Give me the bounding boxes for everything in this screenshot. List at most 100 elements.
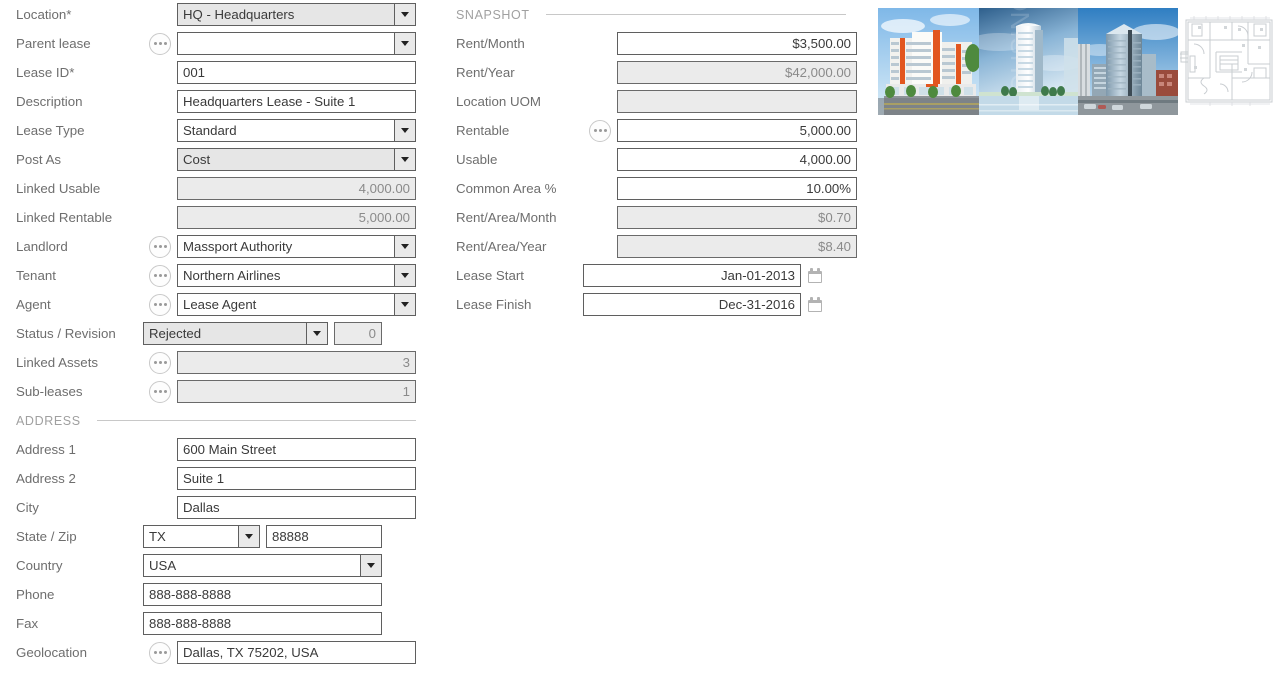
address-1-input[interactable]: 600 Main Street bbox=[177, 438, 416, 461]
address-fields: Address 1 600 Main Street Address 2 Suite 1… bbox=[0, 435, 440, 522]
field-row-rent-area-month: Rent/Area/Month $0.70 bbox=[440, 203, 870, 232]
chevron-down-icon[interactable] bbox=[238, 525, 260, 548]
lease-type-value[interactable]: Standard bbox=[177, 119, 394, 142]
field-row-lease-id: Lease ID*001 bbox=[0, 58, 440, 87]
post-as-dropdown[interactable]: Cost bbox=[177, 148, 416, 171]
parent-lease-dropdown[interactable] bbox=[177, 32, 416, 55]
field-label-description: Description bbox=[0, 95, 143, 108]
phone-input[interactable]: 888-888-8888 bbox=[143, 583, 382, 606]
landlord-dropdown[interactable]: Massport Authority bbox=[177, 235, 416, 258]
lease-type-dropdown[interactable]: Standard bbox=[177, 119, 416, 142]
tenant-dropdown[interactable]: Northern Airlines bbox=[177, 264, 416, 287]
ellipsis-icon[interactable] bbox=[149, 265, 171, 287]
description-input[interactable]: Headquarters Lease - Suite 1 bbox=[177, 90, 416, 113]
picker-slot bbox=[143, 265, 177, 287]
zip-input[interactable]: 88888 bbox=[266, 525, 382, 548]
glass-office-tower-photo[interactable] bbox=[1078, 8, 1178, 115]
agent-dropdown[interactable]: Lease Agent bbox=[177, 293, 416, 316]
post-as-value: Cost bbox=[177, 148, 394, 171]
field-row-phone: Phone 888-888-8888 bbox=[0, 580, 440, 609]
state-value[interactable]: TX bbox=[143, 525, 238, 548]
chevron-down-icon[interactable] bbox=[394, 148, 416, 171]
agent-value[interactable]: Lease Agent bbox=[177, 293, 394, 316]
status-value[interactable]: Rejected bbox=[143, 322, 306, 345]
field-row-rent-month: Rent/Month $3,500.00 bbox=[440, 29, 870, 58]
address-2-input[interactable]: Suite 1 bbox=[177, 467, 416, 490]
status-dropdown[interactable]: Rejected bbox=[143, 322, 328, 345]
geolocation-input[interactable]: Dallas, TX 75202, USA bbox=[177, 641, 416, 664]
calendar-icon[interactable] bbox=[808, 297, 822, 312]
chevron-down-icon[interactable] bbox=[360, 554, 382, 577]
state-dropdown[interactable]: TX bbox=[143, 525, 260, 548]
chevron-down-icon[interactable] bbox=[394, 119, 416, 142]
waterfront-tower-photo[interactable]: HOUSING bbox=[979, 8, 1078, 115]
ellipsis-icon[interactable] bbox=[149, 236, 171, 258]
chevron-down-icon[interactable] bbox=[394, 3, 416, 26]
field-row-linked-rentable: Linked Rentable5,000.00 bbox=[0, 203, 440, 232]
ellipsis-icon[interactable] bbox=[149, 642, 171, 664]
ellipsis-icon[interactable] bbox=[589, 120, 611, 142]
field-label-tenant: Tenant bbox=[0, 269, 143, 282]
field-label-rent-month: Rent/Month bbox=[440, 37, 583, 50]
ellipsis-icon[interactable] bbox=[149, 352, 171, 374]
residential-midrise-photo[interactable] bbox=[878, 8, 979, 115]
chevron-down-icon[interactable] bbox=[394, 264, 416, 287]
section-divider bbox=[97, 420, 416, 421]
common-area-input[interactable]: 10.00% bbox=[617, 177, 857, 200]
location-uom-value bbox=[617, 90, 857, 113]
linked-usable-value: 4,000.00 bbox=[177, 177, 416, 200]
field-label-common-area: Common Area % bbox=[440, 182, 583, 195]
lease-general-column: Location*HQ - HeadquartersParent leaseLe… bbox=[0, 0, 440, 667]
ellipsis-icon[interactable] bbox=[149, 381, 171, 403]
calendar-icon[interactable] bbox=[808, 268, 822, 283]
field-label-address-2: Address 2 bbox=[0, 472, 143, 485]
picker-slot bbox=[143, 236, 177, 258]
field-label-address-1: Address 1 bbox=[0, 443, 143, 456]
section-title-snapshot: SNAPSHOT bbox=[456, 8, 530, 22]
tenant-value[interactable]: Northern Airlines bbox=[177, 264, 394, 287]
country-dropdown[interactable]: USA bbox=[143, 554, 382, 577]
location-dropdown[interactable]: HQ - Headquarters bbox=[177, 3, 416, 26]
lease-finish-input[interactable]: Dec-31-2016 bbox=[583, 293, 801, 316]
rent-area-month-value: $0.70 bbox=[617, 206, 857, 229]
rentable-input[interactable]: 5,000.00 bbox=[617, 119, 857, 142]
lease-id-input[interactable]: 001 bbox=[177, 61, 416, 84]
chevron-down-icon[interactable] bbox=[394, 235, 416, 258]
chevron-down-icon[interactable] bbox=[306, 322, 328, 345]
field-label-linked-assets: Linked Assets bbox=[0, 356, 143, 369]
field-label-rent-year: Rent/Year bbox=[440, 66, 583, 79]
ellipsis-icon[interactable] bbox=[149, 33, 171, 55]
landlord-value[interactable]: Massport Authority bbox=[177, 235, 394, 258]
ellipsis-icon[interactable] bbox=[149, 294, 171, 316]
snapshot-fields: Rent/Month$3,500.00Rent/Year$42,000.00Lo… bbox=[440, 29, 870, 261]
fax-input[interactable]: 888-888-8888 bbox=[143, 612, 382, 635]
field-row-address-1: Address 1 600 Main Street bbox=[0, 435, 440, 464]
rent-month-input[interactable]: $3,500.00 bbox=[617, 32, 857, 55]
field-row-rent-area-year: Rent/Area/Year$8.40 bbox=[440, 232, 870, 261]
field-row-post-as: Post AsCost bbox=[0, 145, 440, 174]
field-row-lease-finish: Lease Finish Dec-31-2016 bbox=[440, 290, 870, 319]
lease-start-input[interactable]: Jan-01-2013 bbox=[583, 264, 801, 287]
field-row-address-2: Address 2 Suite 1 bbox=[0, 464, 440, 493]
field-row-linked-usable: Linked Usable4,000.00 bbox=[0, 174, 440, 203]
sub-leases-value: 1 bbox=[177, 380, 416, 403]
city-input[interactable]: Dallas bbox=[177, 496, 416, 519]
field-row-location: Location* HQ - Headquarters bbox=[0, 0, 440, 29]
usable-input[interactable]: 4,000.00 bbox=[617, 148, 857, 171]
field-row-tenant: Tenant Northern Airlines bbox=[0, 261, 440, 290]
chevron-down-icon[interactable] bbox=[394, 293, 416, 316]
picker-slot bbox=[143, 294, 177, 316]
field-label-agent: Agent bbox=[0, 298, 143, 311]
parent-lease-value[interactable] bbox=[177, 32, 394, 55]
field-row-state-zip: State / Zip TX 88888 bbox=[0, 522, 440, 551]
country-value[interactable]: USA bbox=[143, 554, 360, 577]
field-label-location: Location* bbox=[0, 8, 143, 21]
field-row-country: Country USA bbox=[0, 551, 440, 580]
section-divider bbox=[546, 14, 846, 15]
lease-general-fields: Location*HQ - HeadquartersParent leaseLe… bbox=[0, 0, 440, 319]
rent-area-year-value: $8.40 bbox=[617, 235, 857, 258]
chevron-down-icon[interactable] bbox=[394, 32, 416, 55]
field-row-lease-type: Lease TypeStandard bbox=[0, 116, 440, 145]
field-label-rent-area-month: Rent/Area/Month bbox=[440, 211, 583, 224]
floor-plan-drawing[interactable] bbox=[1180, 8, 1280, 115]
